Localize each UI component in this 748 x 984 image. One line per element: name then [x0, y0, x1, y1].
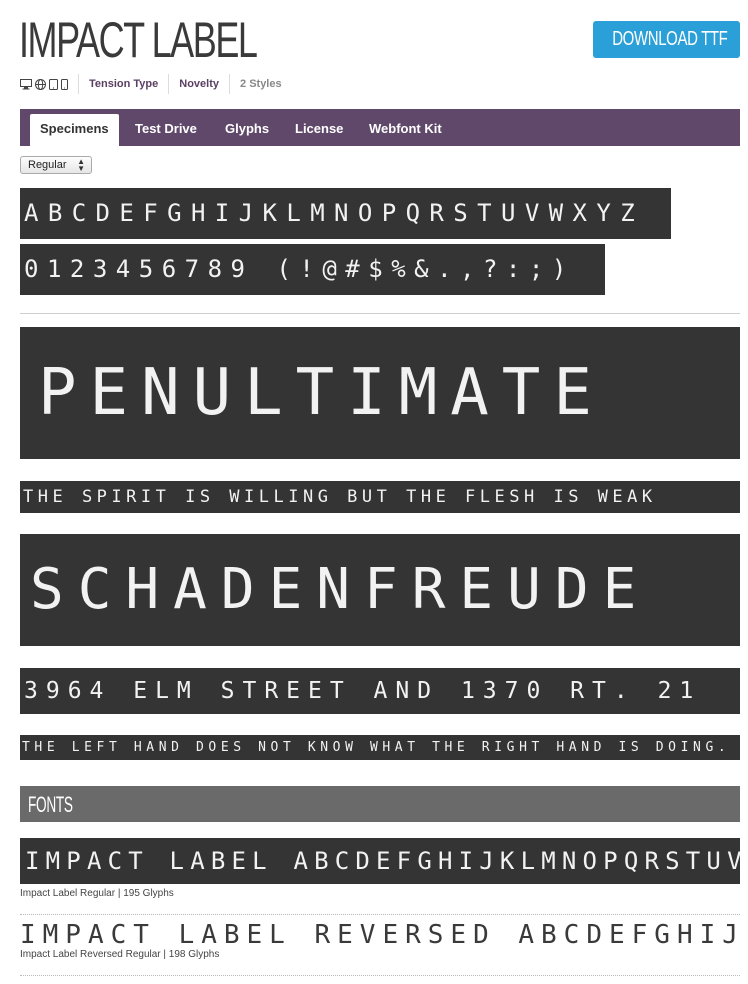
font-sample-text: IMPACT LABEL ABCDEFGHIJKLMNOPQRSTUVWXYZ — [25, 847, 740, 875]
web-icon — [35, 78, 46, 90]
fonts-section-header: FONTS — [20, 786, 740, 822]
tab-bar: Specimens Test Drive Glyphs License Webf… — [20, 109, 740, 146]
specimen-sentence-text: 3964 ELM STREET AND 1370 RT. 21 — [24, 678, 702, 704]
phone-icon — [61, 78, 68, 90]
style-select[interactable]: Regular ▲ ▼ — [20, 156, 92, 174]
select-arrows-icon: ▲ ▼ — [77, 157, 85, 173]
specimen-alphabet: ABCDEFGHIJKLMNOPQRSTUVWXYZ — [20, 188, 671, 239]
tablet-icon — [49, 78, 58, 90]
category-link[interactable]: Novelty — [169, 74, 231, 94]
specimen-sentence-text: THE SPIRIT IS WILLING BUT THE FLESH IS W… — [23, 487, 657, 507]
font-caption-regular: Impact Label Regular | 195 Glyphs — [20, 888, 174, 899]
font-title: IMPACT LABEL — [19, 12, 258, 68]
specimen-sentence-text: THE LEFT HAND DOES NOT KNOW WHAT THE RIG… — [22, 740, 731, 755]
tab-license[interactable]: License — [295, 114, 343, 146]
fonts-section-title: FONTS — [28, 792, 73, 817]
tab-glyphs[interactable]: Glyphs — [225, 114, 269, 146]
specimen-numerals: 0123456789 (!@#$%&.,?:;) — [20, 244, 605, 295]
specimen-word: SCHADENFREUDE — [20, 534, 740, 646]
specimen-word-text: PENULTIMATE — [38, 356, 605, 430]
font-meta: Tension Type Novelty 2 Styles — [20, 74, 292, 94]
platform-icons — [20, 74, 79, 94]
style-select-value: Regular — [28, 159, 67, 171]
download-ttf-button[interactable]: DOWNLOAD TTF — [593, 21, 740, 58]
specimen-alphabet-text: ABCDEFGHIJKLMNOPQRSTUVWXYZ — [24, 199, 645, 227]
specimen-numerals-text: 0123456789 (!@#$%&.,?:;) — [24, 255, 575, 283]
font-divider — [20, 975, 740, 976]
font-sample-regular[interactable]: IMPACT LABEL ABCDEFGHIJKLMNOPQRSTUVWXYZ — [20, 838, 740, 884]
specimen-sentence: 3964 ELM STREET AND 1370 RT. 21 — [20, 668, 740, 714]
section-divider — [20, 313, 740, 314]
font-caption-reversed: Impact Label Reversed Regular | 198 Glyp… — [20, 949, 220, 960]
tab-test-drive[interactable]: Test Drive — [135, 114, 197, 146]
specimen-word: PENULTIMATE — [20, 327, 740, 459]
foundry-link[interactable]: Tension Type — [79, 74, 170, 94]
specimen-sentence: THE LEFT HAND DOES NOT KNOW WHAT THE RIG… — [20, 735, 740, 760]
font-sample-text: IMPACT LABEL REVERSED ABCDEFGHIJKLMNOP — [20, 920, 740, 950]
specimen-word-text: SCHADENFREUDE — [30, 557, 651, 622]
font-divider — [20, 914, 740, 915]
download-label: DOWNLOAD TTF — [611, 28, 728, 50]
tab-specimens[interactable]: Specimens — [30, 114, 119, 146]
font-sample-reversed[interactable]: IMPACT LABEL REVERSED ABCDEFGHIJKLMNOP — [20, 920, 740, 950]
desktop-icon — [20, 78, 32, 89]
tab-webfont-kit[interactable]: Webfont Kit — [369, 114, 442, 146]
specimen-sentence: THE SPIRIT IS WILLING BUT THE FLESH IS W… — [20, 481, 740, 513]
styles-count: 2 Styles — [240, 78, 282, 90]
